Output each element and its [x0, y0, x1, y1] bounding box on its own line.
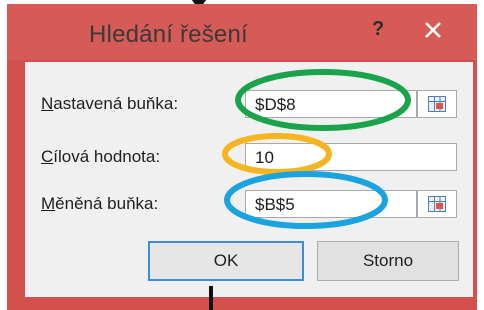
set-cell-input[interactable]: $D$8 — [245, 90, 417, 118]
ok-button[interactable]: OK — [148, 241, 304, 281]
changing-cell-input[interactable]: $B$5 — [245, 190, 417, 218]
changing-cell-range-picker[interactable] — [417, 190, 457, 218]
dialog-title: Hledání řešení — [89, 21, 248, 48]
title-bar: Hledání řešení ? — [7, 4, 477, 60]
range-picker-icon — [428, 96, 446, 112]
close-icon — [425, 22, 441, 38]
changing-cell-label-text: ěněná buňka: — [55, 194, 159, 213]
dialog-content: Nastavená buňka: $D$8 Cílová hodnota: 10… — [25, 62, 473, 297]
close-button[interactable] — [405, 15, 461, 45]
set-cell-label-accesskey: N — [41, 94, 54, 113]
changing-cell-label: Měněná buňka: — [41, 194, 158, 214]
set-cell-range-picker[interactable] — [417, 90, 457, 118]
target-value-label-accesskey: C — [41, 147, 54, 166]
set-cell-label-text: astavená buňka: — [53, 94, 179, 113]
set-cell-label: Nastavená buňka: — [41, 94, 178, 114]
help-button[interactable]: ? — [372, 18, 384, 41]
target-value-label-text: ílová hodnota: — [53, 147, 161, 166]
changing-cell-label-accesskey: M — [41, 194, 56, 213]
range-picker-icon — [428, 196, 446, 212]
solver-dialog: Hledání řešení ? Nastavená buňka: $D$8 C… — [7, 4, 477, 310]
cancel-button[interactable]: Storno — [317, 241, 459, 281]
target-value-input[interactable]: 10 — [245, 143, 457, 171]
target-value-label: Cílová hodnota: — [41, 147, 160, 167]
annotation-line-bottom — [209, 286, 213, 310]
